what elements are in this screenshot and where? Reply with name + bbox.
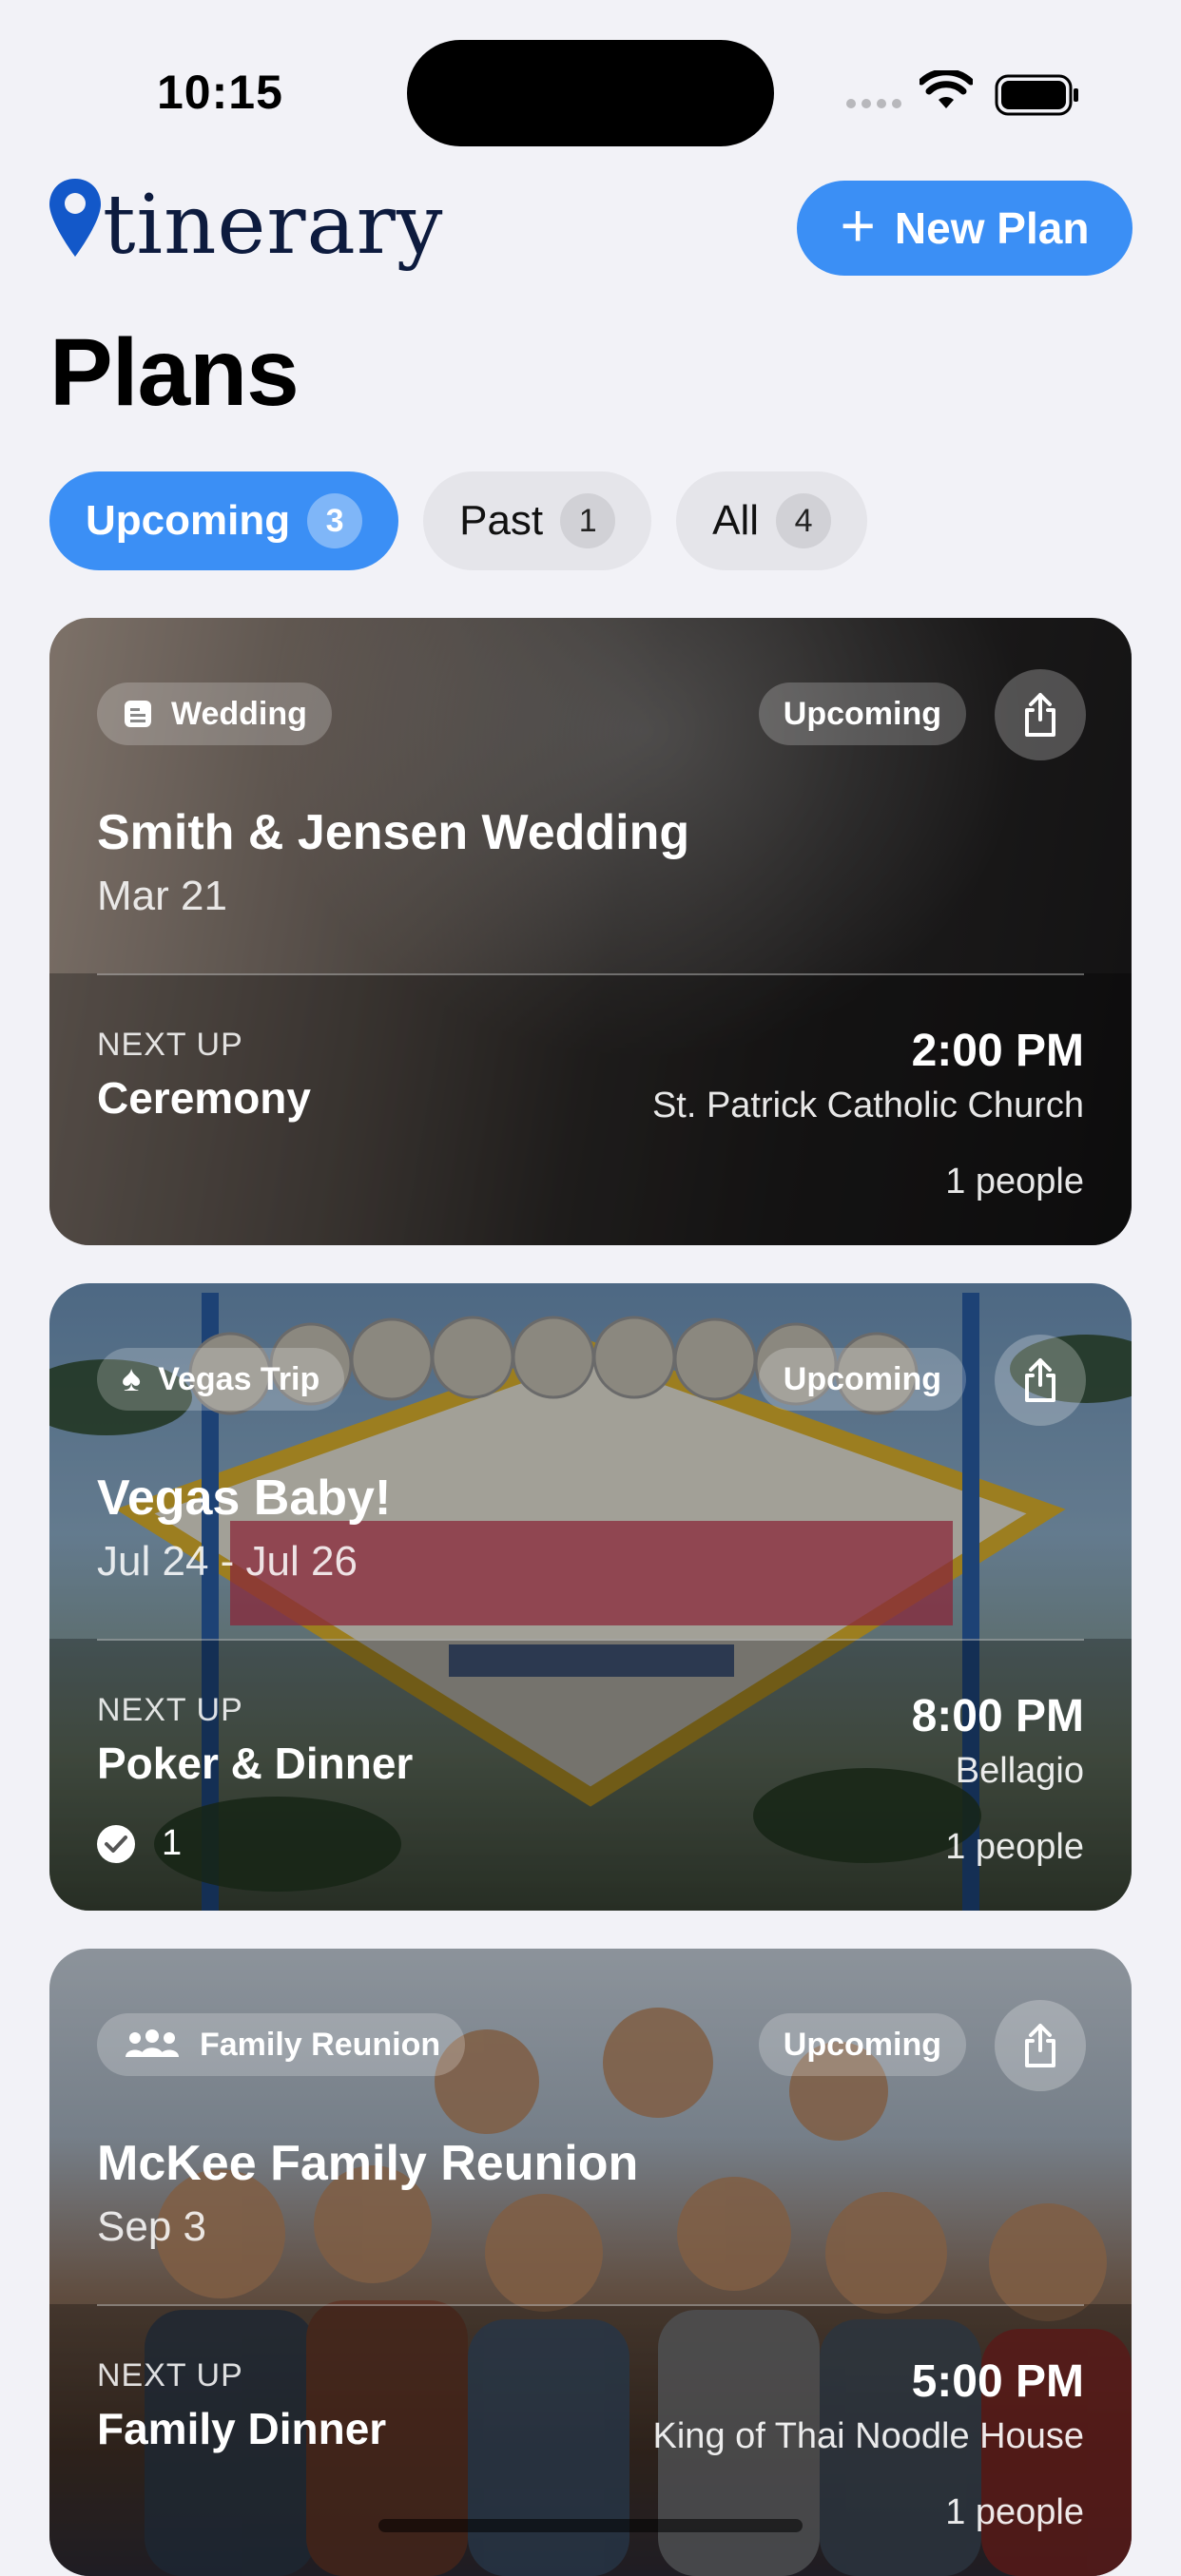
category-label: Family Reunion — [200, 2026, 441, 2063]
category-badge: Wedding — [97, 682, 332, 745]
next-up-label: NEXT UP — [97, 1692, 243, 1728]
share-button[interactable] — [995, 2000, 1086, 2091]
category-label: Wedding — [171, 695, 307, 732]
tab-past[interactable]: Past 1 — [423, 471, 652, 570]
battery-icon — [995, 74, 1078, 116]
status-badge: Upcoming — [758, 2013, 966, 2076]
share-button[interactable] — [995, 669, 1086, 760]
people-count: 1 people — [945, 1162, 1084, 1201]
status-label: Upcoming — [783, 1360, 941, 1397]
next-event-location: Bellagio — [955, 1751, 1084, 1791]
next-event-location: King of Thai Noodle House — [652, 2416, 1084, 2456]
people-count: 1 people — [945, 1827, 1084, 1867]
tab-label: Upcoming — [86, 497, 291, 544]
status-time: 10:15 — [157, 66, 283, 119]
share-icon — [1025, 2024, 1055, 2067]
tab-count-badge: 3 — [307, 493, 363, 548]
tab-upcoming[interactable]: Upcoming 3 — [49, 471, 399, 570]
tab-count-badge: 4 — [776, 493, 832, 548]
plan-title: McKee Family Reunion — [97, 2136, 639, 2191]
status-label: Upcoming — [783, 2026, 941, 2063]
next-event-time: 2:00 PM — [911, 1026, 1084, 1076]
next-event-name: Ceremony — [97, 1073, 311, 1123]
next-event-location: St. Patrick Catholic Church — [651, 1086, 1084, 1125]
cellular-signal-icon — [846, 99, 901, 108]
plan-date: Mar 21 — [97, 873, 227, 919]
plan-title: Smith & Jensen Wedding — [97, 805, 690, 860]
tab-all[interactable]: All 4 — [676, 471, 868, 570]
tab-label: All — [712, 497, 760, 544]
card-divider — [97, 973, 1084, 975]
status-label: Upcoming — [783, 695, 941, 732]
plan-card-wedding[interactable]: Wedding Upcoming Smith & Jensen Wedding … — [49, 618, 1132, 1245]
share-button[interactable] — [995, 1335, 1086, 1426]
new-plan-button[interactable]: + New Plan — [797, 181, 1133, 276]
completed-count-value: 1 — [162, 1823, 183, 1863]
dynamic-island — [407, 40, 774, 146]
plan-card-family-reunion[interactable]: Family Reunion Upcoming McKee Family Reu… — [49, 1949, 1132, 2576]
home-indicator[interactable] — [378, 2519, 803, 2532]
category-badge: ♠ Vegas Trip — [97, 1348, 345, 1411]
category-label: Vegas Trip — [158, 1360, 320, 1397]
share-icon — [1025, 693, 1055, 737]
next-event-time: 8:00 PM — [911, 1691, 1084, 1741]
map-pin-icon — [49, 179, 101, 257]
next-up-label: NEXT UP — [97, 2357, 243, 2393]
wifi-icon — [920, 70, 973, 108]
spade-icon: ♠ — [122, 1358, 142, 1399]
app-logo: tinerary — [48, 177, 443, 266]
card-divider — [97, 2304, 1084, 2306]
tab-label: Past — [459, 497, 544, 544]
plan-date: Sep 3 — [97, 2203, 206, 2250]
next-event-time: 5:00 PM — [911, 2356, 1084, 2407]
wedding-card-icon — [125, 701, 151, 727]
logo-wordmark: tinerary — [103, 178, 444, 273]
page-title: Plans — [49, 319, 300, 426]
plan-date: Jul 24 - Jul 26 — [97, 1538, 358, 1585]
people-group-icon — [126, 2029, 179, 2057]
next-event-name: Poker & Dinner — [97, 1739, 414, 1788]
people-count: 1 people — [945, 2492, 1084, 2532]
next-up-label: NEXT UP — [97, 1027, 243, 1063]
plan-title: Vegas Baby! — [97, 1471, 392, 1526]
new-plan-label: New Plan — [894, 203, 1090, 253]
share-icon — [1025, 1358, 1055, 1402]
tab-count-badge: 1 — [560, 493, 616, 548]
plan-card-vegas[interactable]: ♠ Vegas Trip Upcoming Vegas Baby! Jul 24… — [49, 1283, 1132, 1911]
plan-filter-tabs: Upcoming 3 Past 1 All 4 — [49, 471, 868, 570]
checkmark-circle-icon — [97, 1824, 135, 1863]
card-divider — [97, 1639, 1084, 1641]
category-badge: Family Reunion — [97, 2013, 466, 2076]
status-badge: Upcoming — [758, 682, 966, 745]
completed-count: 1 — [97, 1823, 182, 1864]
next-event-name: Family Dinner — [97, 2404, 387, 2453]
status-badge: Upcoming — [758, 1348, 966, 1411]
plus-icon: + — [840, 191, 876, 260]
